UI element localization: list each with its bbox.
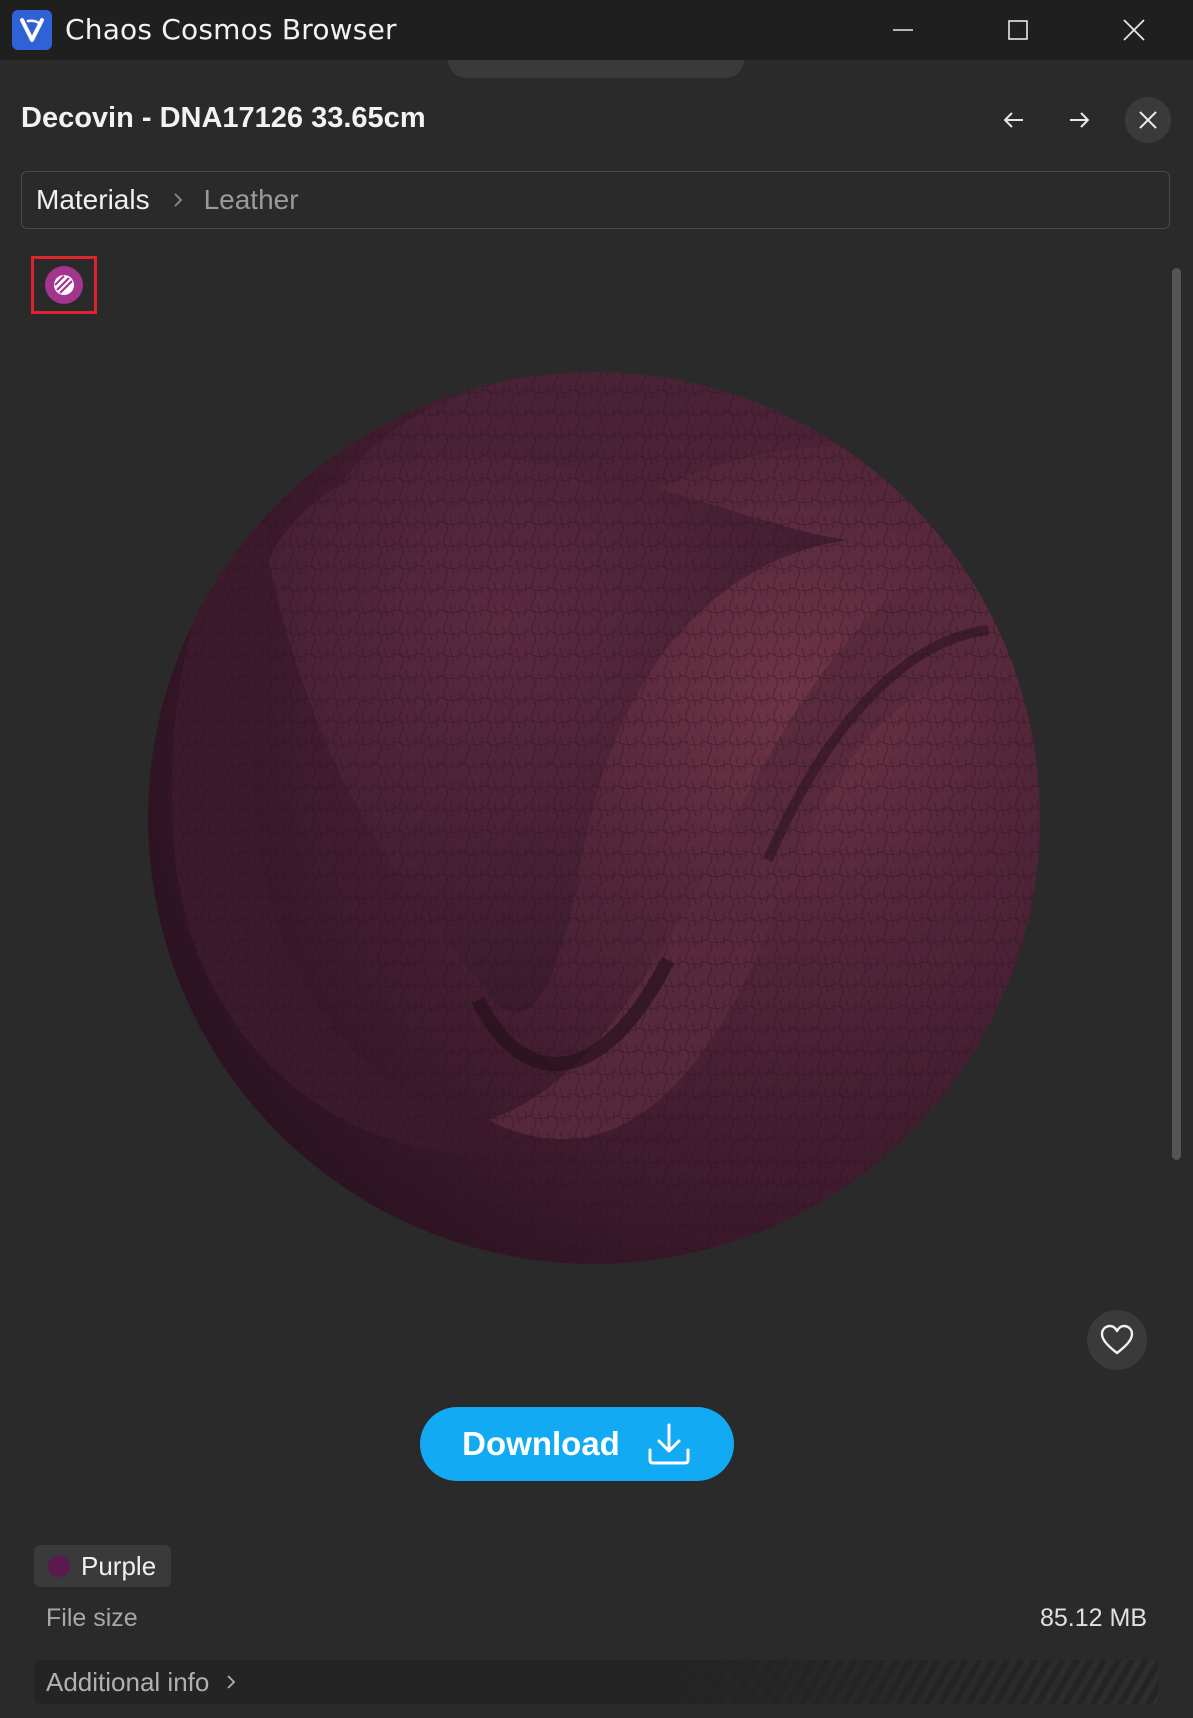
arrow-right-icon — [1070, 112, 1089, 128]
close-icon — [1139, 111, 1157, 129]
panel-drag-handle[interactable] — [448, 60, 744, 78]
color-tag-label: Purple — [81, 1550, 157, 1581]
arrow-left-icon — [1004, 112, 1023, 128]
file-size-value: 85.12 MB — [1039, 1604, 1147, 1632]
previous-asset-button[interactable] — [991, 97, 1037, 143]
app-logo-icon — [12, 10, 52, 50]
renderer-icon — [45, 266, 83, 304]
heart-icon — [1100, 1324, 1134, 1355]
chevron-right-icon — [227, 1675, 236, 1689]
close-icon — [1123, 19, 1145, 41]
close-details-button[interactable] — [1125, 97, 1171, 143]
title-bar: Chaos Cosmos Browser — [0, 0, 1193, 60]
color-tag[interactable]: Purple — [34, 1545, 172, 1587]
minimize-button[interactable] — [873, 0, 933, 60]
breadcrumb-item-materials[interactable]: Materials — [36, 184, 150, 216]
asset-title: Decovin - DNA17126 33.65cm — [21, 102, 426, 134]
maximize-icon — [1008, 20, 1028, 40]
additional-info-toggle[interactable]: Additional info — [34, 1660, 1159, 1704]
additional-info-label: Additional info — [46, 1666, 210, 1697]
next-asset-button[interactable] — [1056, 97, 1102, 143]
minimize-icon — [893, 29, 913, 31]
maximize-button[interactable] — [988, 0, 1048, 60]
favorite-button[interactable] — [1087, 1310, 1147, 1370]
chevron-right-icon — [172, 190, 184, 210]
window-title: Chaos Cosmos Browser — [65, 13, 397, 46]
download-button[interactable]: Download — [420, 1407, 734, 1481]
renderer-badge[interactable] — [31, 256, 97, 314]
color-swatch — [48, 1555, 70, 1577]
download-label: Download — [462, 1425, 620, 1462]
material-preview-image — [148, 360, 1044, 1268]
download-icon — [648, 1423, 690, 1465]
file-size-label: File size — [46, 1604, 138, 1632]
breadcrumb-item-leather[interactable]: Leather — [204, 184, 299, 216]
scrollbar[interactable] — [1172, 268, 1181, 1160]
window-close-button[interactable] — [1104, 0, 1164, 60]
breadcrumb: Materials Leather — [21, 171, 1170, 229]
